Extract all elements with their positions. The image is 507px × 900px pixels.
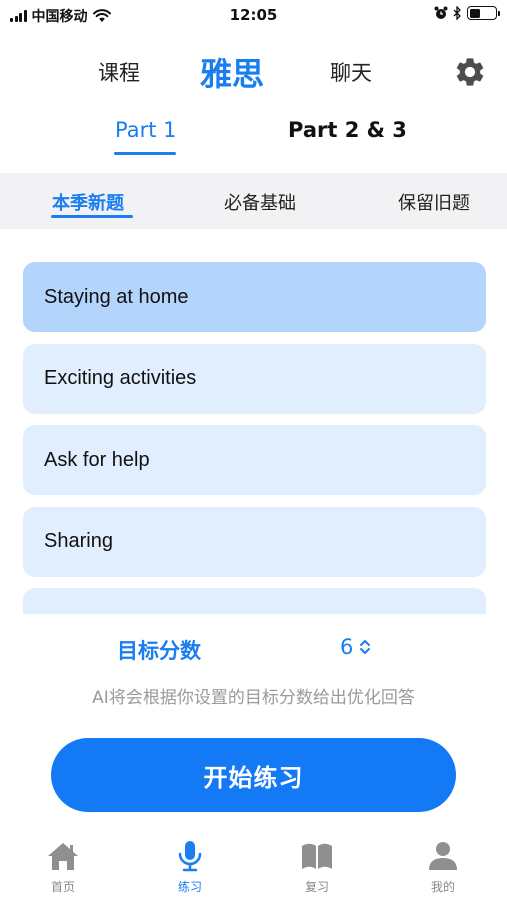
alarm-icon [434, 6, 448, 19]
home-icon [48, 843, 78, 870]
part-tab-indicator [114, 152, 176, 155]
topic-item[interactable]: Exciting activities [23, 343, 486, 414]
part-tabs: Part 1 Part 2 & 3 [0, 118, 507, 162]
book-icon [302, 843, 332, 869]
target-score-row: 目标分数 6 [0, 632, 507, 668]
battery-level [469, 8, 480, 18]
topic-item[interactable]: Staying at home [23, 262, 486, 332]
start-practice-button[interactable]: 开始练习 [51, 738, 456, 812]
sub-tabs: 本季新题 必备基础 保留旧题 [0, 173, 507, 229]
tab-ielts[interactable]: 雅思 [200, 44, 264, 100]
nav-label-review: 复习 [304, 880, 329, 894]
tab-new-season-questions[interactable]: 本季新题 [52, 189, 124, 215]
nav-label-home: 首页 [50, 880, 75, 894]
topic-item[interactable]: Sharing [23, 506, 486, 577]
target-score-label: 目标分数 [117, 639, 201, 663]
nav-item-practice[interactable]: 练习 [150, 838, 230, 895]
tab-part-1[interactable]: Part 1 [115, 118, 177, 142]
nav-item-home[interactable]: 首页 [23, 838, 103, 895]
gear-icon[interactable] [453, 55, 487, 89]
nav-item-profile[interactable]: 我的 [403, 838, 483, 895]
microphone-icon [178, 841, 202, 872]
sub-tab-indicator [51, 215, 133, 218]
tab-essential-basics[interactable]: 必备基础 [224, 189, 296, 215]
topic-list[interactable]: Staying at home Exciting activities Ask … [23, 262, 486, 614]
tab-courses[interactable]: 课程 [98, 44, 140, 100]
status-bar-right [434, 6, 500, 20]
tab-chat[interactable]: 聊天 [330, 44, 372, 100]
nav-item-review[interactable]: 复习 [277, 838, 357, 895]
nav-label-profile: 我的 [430, 880, 455, 894]
nav-label-practice: 练习 [177, 880, 202, 894]
user-icon [429, 842, 457, 870]
target-score-picker[interactable]: 6 [340, 635, 371, 659]
bottom-nav: 首页 练习 复习 我的 [0, 838, 507, 900]
tab-part-2-3[interactable]: Part 2 & 3 [288, 118, 407, 142]
target-score-hint: AI将会根据你设置的目标分数给出优化回答 [92, 688, 415, 708]
target-score-value: 6 [340, 635, 354, 659]
bluetooth-icon [453, 6, 461, 20]
chevron-up-down-icon [360, 640, 371, 654]
status-time: 12:05 [229, 6, 278, 24]
battery-icon [467, 6, 500, 20]
topic-item[interactable]: Ask for help [23, 425, 486, 495]
status-bar: 中国移动 12:05 [0, 0, 507, 30]
top-tabs: 课程 雅思 聊天 [0, 44, 507, 100]
tab-retained-old-questions[interactable]: 保留旧题 [398, 189, 470, 215]
topic-item-partial[interactable] [23, 588, 486, 614]
